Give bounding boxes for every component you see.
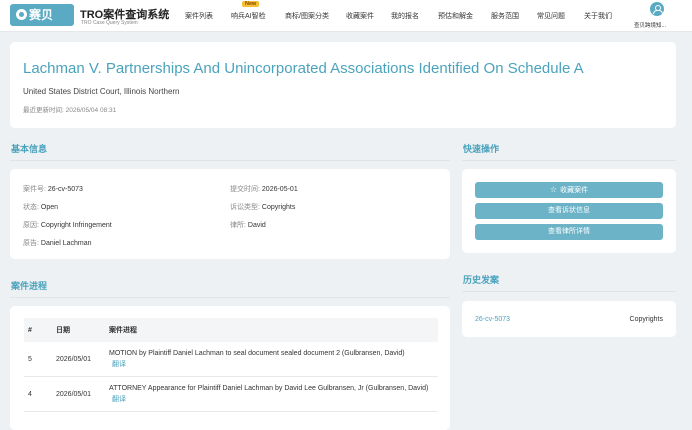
user-name[interactable]: 查贝跨境知...: [634, 21, 666, 29]
nav-item-trademark-category[interactable]: 商标/图案分类: [285, 11, 329, 21]
nav-item-faq[interactable]: 常见问题: [537, 11, 565, 21]
row-number: 4: [24, 376, 56, 412]
header-date: 日期: [56, 318, 109, 342]
case-updated: 最近更新时间: 2026/05/04 08:31: [23, 104, 116, 114]
nav-item-about[interactable]: 关于我们: [584, 11, 612, 21]
user-avatar-icon[interactable]: [650, 2, 664, 16]
divider: [462, 291, 676, 292]
info-filed-date: 提交时间: 2026-05-01: [230, 186, 298, 193]
info-case-type: 诉讼类型: Copyrights: [230, 204, 296, 211]
translate-link[interactable]: 翻译: [112, 361, 126, 368]
updated-time: 2026/05/04 08:31: [65, 107, 117, 114]
nav-item-settlement-estimate[interactable]: 预估和解金: [438, 11, 473, 21]
progress-title: 案件进程: [11, 281, 48, 291]
translate-link[interactable]: 翻译: [112, 396, 126, 403]
star-icon: ☆: [549, 185, 558, 194]
top-navbar: 赛贝 TRO案件查询系统 TRO Case Query System 案件列表 …: [0, 0, 692, 32]
updated-label: 最近更新时间:: [23, 107, 64, 114]
header-number: #: [24, 318, 56, 342]
info-law-firm: 律所: David: [230, 222, 266, 229]
table-header-row: # 日期 案件进程: [24, 318, 438, 342]
row-text-cell: ATTORNEY Appearance for Plaintiff Daniel…: [109, 376, 438, 412]
nav-item-ai-check-label: 响兵AI智检: [231, 13, 266, 20]
quick-actions-title: 快速操作: [463, 144, 500, 154]
nav-item-favorites[interactable]: 收藏案件: [346, 11, 374, 21]
view-complaint-button[interactable]: 查看诉状信息: [475, 203, 663, 219]
history-case-type: Copyrights: [629, 316, 663, 323]
nav-item-case-list[interactable]: 案件列表: [185, 11, 213, 21]
info-case-number: 案件号: 26-cv-5073: [23, 186, 83, 193]
case-header-card: Lachman V. Partnerships And Unincorporat…: [10, 42, 676, 128]
logo-text: 赛贝: [29, 8, 54, 22]
nav-item-ai-check[interactable]: New 响兵AI智检: [231, 1, 266, 21]
info-plaintiff: 原告: Daniel Lachman: [23, 240, 92, 247]
row-text: MOTION by Plaintiff Daniel Lachman to se…: [109, 350, 405, 357]
table-row: 4 2026/05/01 ATTORNEY Appearance for Pla…: [24, 376, 438, 412]
view-law-firm-button[interactable]: 查看律所详情: [475, 224, 663, 240]
history-title: 历史发案: [463, 275, 500, 285]
basic-info-title: 基本信息: [11, 144, 48, 154]
info-cause: 原因: Copyright Infringement: [23, 222, 112, 229]
nav-item-my-signups[interactable]: 我的报名: [391, 11, 419, 21]
logo[interactable]: 赛贝: [10, 4, 74, 26]
nav-item-services[interactable]: 服务范围: [491, 11, 519, 21]
progress-table: # 日期 案件进程 5 2026/05/01 MOTION by Plainti…: [24, 318, 438, 412]
history-card: 26-cv-5073 Copyrights: [462, 301, 676, 337]
info-status: 状态: Open: [23, 204, 59, 211]
history-case-link[interactable]: 26-cv-5073: [475, 316, 510, 323]
row-number: 5: [24, 342, 56, 377]
favorite-case-button[interactable]: ☆ 收藏案件: [475, 182, 663, 198]
logo-icon: [16, 9, 27, 20]
row-text: ATTORNEY Appearance for Plaintiff Daniel…: [109, 385, 429, 392]
progress-card: # 日期 案件进程 5 2026/05/01 MOTION by Plainti…: [10, 306, 450, 430]
divider: [10, 160, 450, 161]
case-title: Lachman V. Partnerships And Unincorporat…: [23, 60, 584, 77]
brand-subtitle: TRO Case Query System: [81, 20, 138, 26]
row-date: 2026/05/01: [56, 376, 109, 412]
divider: [462, 160, 676, 161]
new-badge: New: [242, 1, 260, 7]
divider: [10, 297, 450, 298]
case-court: United States District Court, Illinois N…: [23, 87, 180, 96]
header-progress: 案件进程: [109, 318, 438, 342]
table-row: 5 2026/05/01 MOTION by Plaintiff Daniel …: [24, 342, 438, 377]
row-text-cell: MOTION by Plaintiff Daniel Lachman to se…: [109, 342, 438, 377]
quick-actions-card: ☆ 收藏案件 查看诉状信息 查看律所详情: [462, 169, 676, 253]
basic-info-card: 案件号: 26-cv-5073 提交时间: 2026-05-01 状态: Ope…: [10, 169, 450, 259]
row-date: 2026/05/01: [56, 342, 109, 377]
